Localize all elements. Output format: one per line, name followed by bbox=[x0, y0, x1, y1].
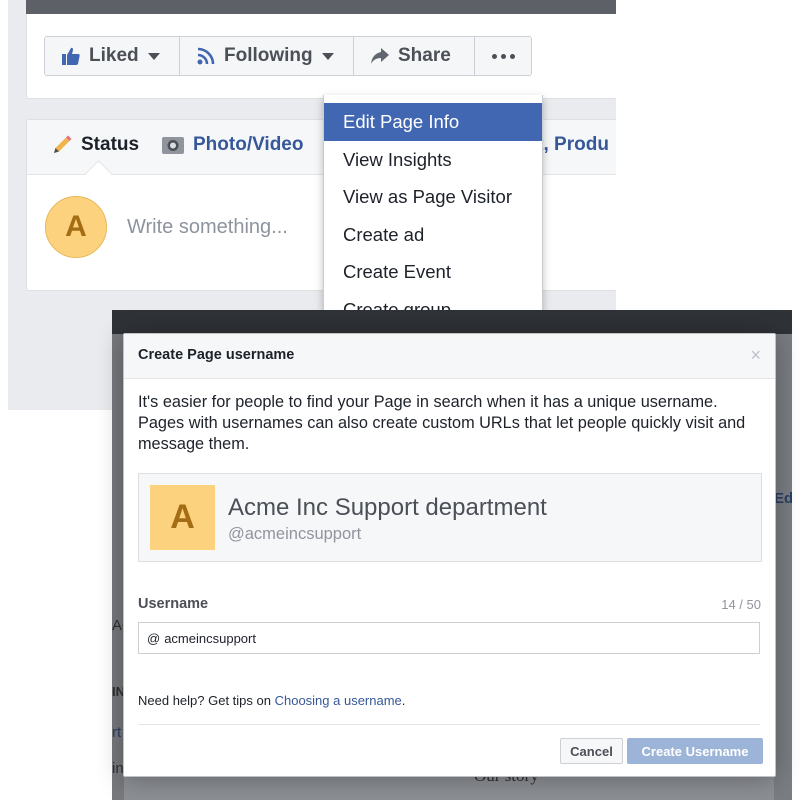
liked-button[interactable]: Liked bbox=[44, 36, 180, 76]
rss-icon bbox=[196, 46, 216, 66]
chevron-down-icon bbox=[321, 52, 334, 60]
more-options-menu: Edit Page Info View Insights View as Pag… bbox=[323, 95, 543, 311]
username-field: @ bbox=[138, 622, 760, 654]
dialog-title: Create Page username bbox=[138, 347, 295, 363]
close-icon[interactable]: × bbox=[750, 345, 761, 366]
tab-status[interactable]: Status bbox=[51, 134, 139, 156]
share-label: Share bbox=[398, 45, 451, 66]
menu-item-create-ad[interactable]: Create ad bbox=[324, 216, 542, 254]
menu-item-view-insights[interactable]: View Insights bbox=[324, 141, 542, 179]
help-prefix: Need help? Get tips on bbox=[138, 693, 275, 708]
help-text: Need help? Get tips on Choosing a userna… bbox=[138, 693, 405, 708]
menu-item-create-group[interactable]: Create group bbox=[324, 291, 542, 311]
tab-photo-label: Photo/Video bbox=[193, 134, 304, 155]
page-preview-card: A Acme Inc Support department @acmeincsu… bbox=[138, 473, 762, 562]
at-prefix: @ bbox=[147, 630, 161, 646]
page-handle: @acmeincsupport bbox=[228, 525, 362, 543]
peek-text: Edi bbox=[774, 490, 792, 507]
menu-item-create-event[interactable]: Create Event bbox=[324, 253, 542, 291]
following-label: Following bbox=[224, 45, 313, 66]
username-label: Username bbox=[138, 596, 209, 612]
share-arrow-icon bbox=[370, 47, 390, 65]
dialog-description: It's easier for people to find your Page… bbox=[138, 393, 746, 453]
chevron-down-icon bbox=[147, 52, 160, 60]
thumbs-up-icon bbox=[61, 46, 81, 66]
menu-item-edit-page-info[interactable]: Edit Page Info bbox=[324, 103, 542, 141]
tab-status-label: Status bbox=[81, 134, 140, 155]
header-bar bbox=[112, 310, 792, 334]
avatar: A bbox=[45, 196, 107, 258]
footer-divider bbox=[138, 724, 760, 725]
cancel-button[interactable]: Cancel bbox=[560, 738, 623, 764]
choosing-username-link[interactable]: Choosing a username bbox=[275, 693, 402, 708]
peek-text: rt bbox=[112, 724, 122, 741]
more-dots-icon bbox=[491, 53, 515, 59]
character-count: 14 / 50 bbox=[721, 597, 761, 612]
backdrop-right-column bbox=[774, 334, 792, 800]
peek-text: in bbox=[112, 760, 124, 777]
menu-item-view-as-visitor[interactable]: View as Page Visitor bbox=[324, 178, 542, 216]
pencil-icon bbox=[51, 134, 73, 156]
cover-photo-strip bbox=[26, 0, 616, 14]
create-username-button[interactable]: Create Username bbox=[627, 738, 763, 764]
page-name: Acme Inc Support department bbox=[228, 494, 547, 521]
page-avatar: A bbox=[150, 485, 215, 550]
liked-label: Liked bbox=[89, 45, 139, 66]
page-action-bar: Liked Following Share bbox=[44, 36, 532, 78]
following-button[interactable]: Following bbox=[179, 36, 354, 76]
create-username-dialog: Create Page username × It's easier for p… bbox=[123, 333, 776, 777]
more-options-button[interactable] bbox=[474, 36, 532, 76]
camera-icon bbox=[161, 134, 185, 156]
tab-photo-video[interactable]: Photo/Video bbox=[161, 134, 303, 156]
help-suffix: . bbox=[401, 693, 406, 708]
composer-input[interactable]: Write something... bbox=[127, 216, 288, 239]
composer-body[interactable]: A Write something... bbox=[45, 196, 288, 258]
share-button[interactable]: Share bbox=[353, 36, 475, 76]
dialog-header: Create Page username × bbox=[124, 334, 775, 379]
username-input[interactable] bbox=[164, 630, 725, 646]
